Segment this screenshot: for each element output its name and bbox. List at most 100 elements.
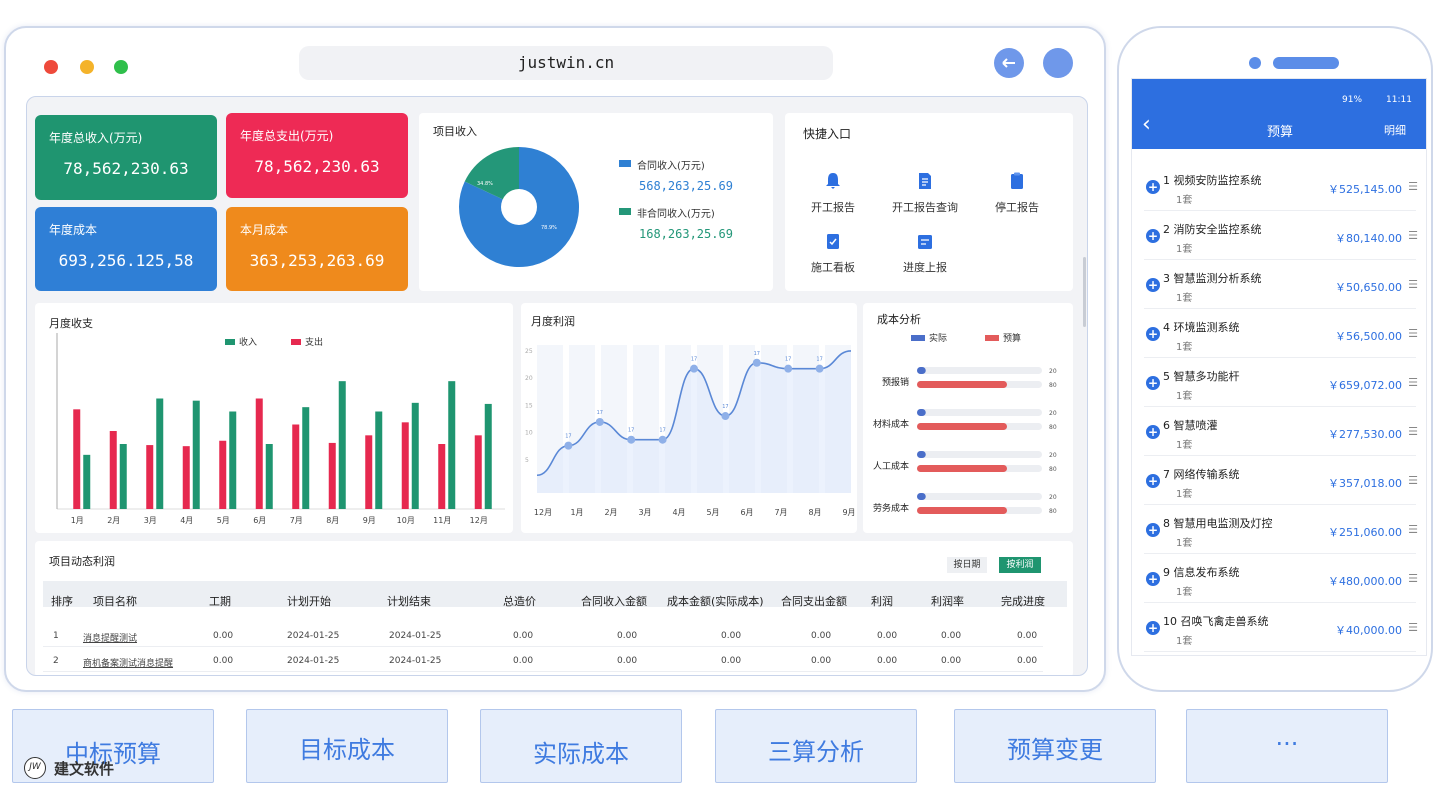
bar-expense [365, 435, 373, 509]
table-cell: 0.00 [941, 656, 962, 666]
close-dot[interactable] [44, 60, 58, 74]
sort-handle-icon[interactable]: ☰ [1408, 425, 1418, 438]
table-title: 项目动态利润 [49, 555, 115, 568]
quick-start-report-query[interactable]: 开工报告查询 [885, 171, 965, 215]
bar-income [375, 411, 383, 509]
item-name: 7 网络传输系统 [1163, 468, 1240, 481]
maximize-dot[interactable] [114, 60, 128, 74]
scrollbar[interactable] [1083, 257, 1086, 327]
quick-start-report[interactable]: 开工报告 [793, 171, 873, 215]
budget-list-item[interactable]: + 10 召唤飞禽走兽系统 1套 ￥40,000.00 ☰ [1132, 603, 1426, 652]
profile-icon[interactable] [1043, 48, 1073, 78]
address-bar[interactable]: justwin.cn [299, 46, 833, 80]
budget-list-item[interactable]: + 4 环境监测系统 1套 ￥56,500.00 ☰ [1132, 309, 1426, 358]
bar-income [302, 407, 310, 509]
value-label: 80 [1049, 382, 1057, 389]
budget-list-item[interactable]: + 9 信息发布系统 1套 ￥480,000.00 ☰ [1132, 554, 1426, 603]
x-tick-label: 5月 [217, 516, 230, 525]
value-label: 20 [1049, 368, 1057, 375]
table-cell: 1 [53, 631, 59, 641]
sort-handle-icon[interactable]: ☰ [1408, 327, 1418, 340]
bar-expense [438, 444, 446, 509]
expand-plus-icon[interactable]: + [1146, 376, 1160, 390]
sort-handle-icon[interactable]: ☰ [1408, 474, 1418, 487]
header-cell: 项目名称 [93, 595, 137, 608]
table-cell: 0.00 [1017, 631, 1038, 641]
expand-plus-icon[interactable]: + [1146, 621, 1160, 635]
item-amount: ￥40,000.00 [1335, 624, 1402, 637]
y-tick-label: 25 [525, 348, 533, 355]
tab-target-cost[interactable]: 目标成本 [246, 709, 448, 783]
card-title: 项目收入 [433, 125, 477, 138]
quick-stop-report[interactable]: 停工报告 [977, 171, 1057, 215]
tab-actual-cost[interactable]: 实际成本 [480, 709, 682, 783]
table-cell[interactable]: 消息提醒测试 [83, 631, 137, 644]
x-tick-label: 3月 [638, 508, 651, 517]
table-cell: 0.00 [721, 631, 742, 641]
quick-entry-card: 快捷入口 开工报告 开工报告查询 停工报告 施工看板 进度上报 [785, 113, 1073, 291]
item-qty: 1套 [1176, 538, 1193, 549]
tab-more[interactable]: ··· [1186, 709, 1388, 783]
expand-plus-icon[interactable]: + [1146, 523, 1160, 537]
sort-handle-icon[interactable]: ☰ [1408, 180, 1418, 193]
quick-construction-board[interactable]: 施工看板 [793, 231, 873, 275]
expand-plus-icon[interactable]: + [1146, 425, 1160, 439]
expand-plus-icon[interactable]: + [1146, 229, 1160, 243]
item-name: 9 信息发布系统 [1163, 566, 1240, 579]
bar-budget [917, 381, 1007, 388]
minimize-dot[interactable] [80, 60, 94, 74]
expand-plus-icon[interactable]: + [1146, 327, 1160, 341]
bar-expense [182, 446, 190, 509]
sort-handle-icon[interactable]: ☰ [1408, 376, 1418, 389]
table-cell: 2024-01-25 [389, 631, 442, 641]
table-cell: 2024-01-25 [287, 656, 340, 666]
sort-handle-icon[interactable]: ☰ [1408, 523, 1418, 536]
point-label: 17 [785, 357, 791, 363]
point-label: 17 [816, 357, 822, 363]
detail-link[interactable]: 明细 [1384, 122, 1406, 138]
point-label: 17 [754, 351, 760, 357]
x-tick-label: 8月 [326, 516, 339, 525]
sort-by-date-button[interactable]: 按日期 [947, 557, 987, 573]
item-amount: ￥480,000.00 [1328, 575, 1402, 588]
phone-title: 预算 [1266, 125, 1293, 140]
y-tick-label: 10 [525, 430, 533, 437]
budget-list-item[interactable]: + 7 网络传输系统 1套 ￥357,018.00 ☰ [1132, 456, 1426, 505]
expand-plus-icon[interactable]: + [1146, 572, 1160, 586]
budget-list-item[interactable]: + 5 智慧多功能杆 1套 ￥659,072.00 ☰ [1132, 358, 1426, 407]
x-tick-label: 9月 [842, 508, 855, 517]
item-amount: ￥56,500.00 [1335, 330, 1402, 343]
x-tick-label: 12月 [534, 508, 552, 517]
table-cell[interactable]: 商机备案测试消息提醒 [83, 656, 173, 669]
budget-list-item[interactable]: + 3 智慧监测分析系统 1套 ￥50,650.00 ☰ [1132, 260, 1426, 309]
sort-handle-icon[interactable]: ☰ [1408, 278, 1418, 291]
budget-list-item[interactable]: + 1 视频安防监控系统 1套 ￥525,145.00 ☰ [1132, 162, 1426, 211]
expand-plus-icon[interactable]: + [1146, 474, 1160, 488]
header-cell: 利润率 [931, 595, 964, 608]
table-cell: 0.00 [617, 656, 638, 666]
budget-list-item[interactable]: + 6 智慧喷灌 1套 ￥277,530.00 ☰ [1132, 407, 1426, 456]
phone-header: 91% 11:11 ‹ 预算 明细 [1132, 79, 1426, 149]
card-title: 快捷入口 [803, 127, 852, 141]
bar-expense [255, 398, 263, 509]
back-icon[interactable] [994, 48, 1024, 78]
sort-handle-icon[interactable]: ☰ [1408, 229, 1418, 242]
sort-handle-icon[interactable]: ☰ [1408, 572, 1418, 585]
bar-expense [146, 445, 154, 509]
table-cell: 0.00 [617, 631, 638, 641]
sort-handle-icon[interactable]: ☰ [1408, 621, 1418, 634]
tab-budget-change[interactable]: 预算变更 [954, 709, 1156, 783]
quick-progress-report[interactable]: 进度上报 [885, 231, 965, 275]
track [917, 493, 1042, 500]
sort-by-profit-button[interactable]: 按利润 [999, 557, 1041, 573]
data-point [752, 358, 761, 367]
tab-three-calc-analysis[interactable]: 三算分析 [715, 709, 917, 783]
budget-list-item[interactable]: + 2 消防安全监控系统 1套 ￥80,140.00 ☰ [1132, 211, 1426, 260]
budget-list-item[interactable]: + 8 智慧用电监测及灯控 1套 ￥251,060.00 ☰ [1132, 505, 1426, 554]
phone-screen: 91% 11:11 ‹ 预算 明细 + 1 视频安防监控系统 1套 ￥525,1… [1131, 78, 1427, 656]
cost-analysis-card: 成本分析 实际 预算 预报销 20 80 材料成本 20 80 人工成本 20 80 劳务成本 20 80 [863, 303, 1073, 533]
header-cell: 成本金额(实际成本) [667, 595, 764, 608]
expand-plus-icon[interactable]: + [1146, 278, 1160, 292]
expand-plus-icon[interactable]: + [1146, 180, 1160, 194]
phone-frame: 91% 11:11 ‹ 预算 明细 + 1 视频安防监控系统 1套 ￥525,1… [1117, 26, 1433, 692]
